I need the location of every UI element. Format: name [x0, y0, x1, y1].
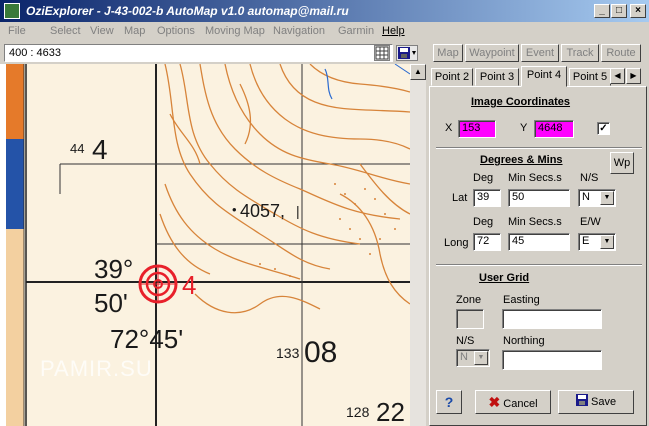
map-lat-minutes: 50' [94, 288, 128, 318]
close-icon: ✖ [488, 394, 501, 410]
map-lon-label: 72°45' [110, 324, 184, 354]
ew-label: E/W [580, 216, 601, 228]
menu-map[interactable]: Map [124, 25, 145, 37]
help-button[interactable]: ? [436, 390, 462, 414]
map-view[interactable]: 44 4 • 4057, | 39° 50' 72°45' 133 08 128… [0, 64, 410, 426]
tab-scroll-right-icon[interactable]: ▶ [626, 68, 641, 84]
cancel-button[interactable]: ✖ Cancel [475, 390, 551, 414]
map-label-44: 44 [70, 141, 85, 156]
help-icon: ? [444, 394, 454, 410]
route-button[interactable]: Route [601, 44, 641, 62]
map-label-08: 08 [304, 336, 338, 369]
map-elevation-frac: | [296, 203, 300, 219]
save-button[interactable]: Save [558, 390, 634, 414]
app-icon [4, 3, 20, 19]
waypoint-button[interactable]: Waypoint [465, 44, 519, 62]
y-label: Y [520, 122, 528, 134]
window-title: OziExplorer - J-43-002-b AutoMap v1.0 au… [26, 4, 349, 18]
degrees-mins-heading: Degrees & Mins [480, 154, 563, 166]
lat-ns-select[interactable]: N ▼ [578, 189, 616, 207]
grid-icon[interactable] [374, 45, 390, 61]
save-disk-icon [575, 394, 588, 406]
tab-scroll-left-icon[interactable]: ◀ [610, 68, 625, 84]
map-label-128: 128 [346, 404, 370, 420]
point-marker-icon[interactable] [133, 259, 183, 309]
title-bar: OziExplorer - J-43-002-b AutoMap v1.0 au… [0, 0, 649, 22]
minimize-button[interactable]: _ [594, 4, 610, 18]
y-coordinate-field[interactable]: 4648 [534, 120, 574, 138]
waypoint-select-button[interactable]: Wp [610, 152, 634, 174]
long-degrees-field[interactable]: 72 [473, 233, 501, 251]
menu-garmin[interactable]: Garmin [338, 25, 374, 37]
save-disk-icon[interactable] [396, 45, 418, 61]
map-elevation-label: 4057, [240, 201, 286, 221]
ns-label: N/S [580, 172, 599, 184]
menu-options[interactable]: Options [157, 25, 195, 37]
map-vertical-scrollbar[interactable]: ▲ [410, 64, 426, 426]
grid-ns-select[interactable]: N ▼ [456, 349, 490, 367]
zone-field[interactable] [456, 309, 484, 329]
long-label: Long [444, 237, 469, 249]
separator [436, 147, 642, 149]
map-lat-degrees: 39° [94, 254, 134, 284]
grid-ns-value: N [460, 351, 468, 363]
menu-file[interactable]: File [8, 25, 26, 37]
long-min-label: Min Secs.s [508, 216, 562, 228]
point-number-label: 4 [182, 270, 197, 300]
grid-ns-label: N/S [456, 335, 475, 347]
map-label-133: 133 [276, 345, 300, 361]
track-button[interactable]: Track [561, 44, 599, 62]
lat-min-label: Min Secs.s [508, 172, 562, 184]
map-elevation-dot: • [232, 202, 237, 217]
long-deg-label: Deg [473, 216, 494, 228]
tab-point-5[interactable]: Point 5 [569, 68, 611, 86]
chevron-down-icon[interactable]: ▼ [474, 351, 488, 365]
menu-navigation[interactable]: Navigation [273, 25, 325, 37]
long-minutes-field[interactable]: 45 [508, 233, 570, 251]
event-button[interactable]: Event [521, 44, 559, 62]
menu-moving-map[interactable]: Moving Map [205, 25, 265, 37]
tab-point-2[interactable]: Point 2 [431, 68, 473, 86]
menu-bar: File Select View Map Options Moving Map … [0, 22, 649, 42]
use-point-checkbox[interactable]: ✓ [597, 122, 610, 135]
chevron-down-icon[interactable]: ▼ [600, 235, 614, 249]
tab-point-4[interactable]: Point 4 [521, 66, 567, 87]
lat-deg-label: Deg [473, 172, 494, 184]
lat-label: Lat [452, 192, 468, 204]
northing-field[interactable] [502, 350, 602, 370]
menu-select[interactable]: Select [50, 25, 81, 37]
save-label: Save [590, 396, 617, 408]
map-label-4: 4 [92, 134, 108, 165]
scroll-up-icon[interactable]: ▲ [410, 64, 426, 80]
calibration-panel: Point 2 Point 3 Point 4 Point 5 ◀ ▶ Imag… [427, 64, 649, 426]
menu-view[interactable]: View [90, 25, 114, 37]
scale-display: 400 : 4633 [4, 44, 393, 62]
long-ew-select[interactable]: E ▼ [578, 233, 616, 251]
separator [436, 264, 642, 266]
lat-ns-value: N [582, 191, 590, 203]
menu-help[interactable]: Help [382, 25, 405, 37]
long-ew-value: E [582, 235, 590, 247]
image-coords-heading: Image Coordinates [471, 96, 571, 108]
easting-label: Easting [503, 294, 540, 306]
watermark: PAMIR.SU [40, 356, 153, 381]
northing-label: Northing [503, 335, 545, 347]
cancel-label: Cancel [503, 398, 538, 410]
tab-content: Image Coordinates X 153 Y 4648 ✓ Degrees… [429, 86, 647, 426]
zone-label: Zone [456, 294, 482, 306]
x-coordinate-field[interactable]: 153 [458, 120, 496, 138]
close-button[interactable]: × [630, 4, 646, 18]
map-button[interactable]: Map [433, 44, 463, 62]
lat-degrees-field[interactable]: 39 [473, 189, 501, 207]
x-label: X [445, 122, 453, 134]
map-label-22: 22 [376, 397, 405, 426]
toolbar: 400 : 4633 Map Waypoint Event Track Rout… [0, 42, 649, 64]
maximize-button[interactable]: □ [611, 4, 627, 18]
user-grid-heading: User Grid [479, 272, 530, 284]
lat-minutes-field[interactable]: 50 [508, 189, 570, 207]
chevron-down-icon[interactable]: ▼ [600, 191, 614, 205]
tab-point-3[interactable]: Point 3 [475, 68, 519, 86]
easting-field[interactable] [502, 309, 602, 329]
